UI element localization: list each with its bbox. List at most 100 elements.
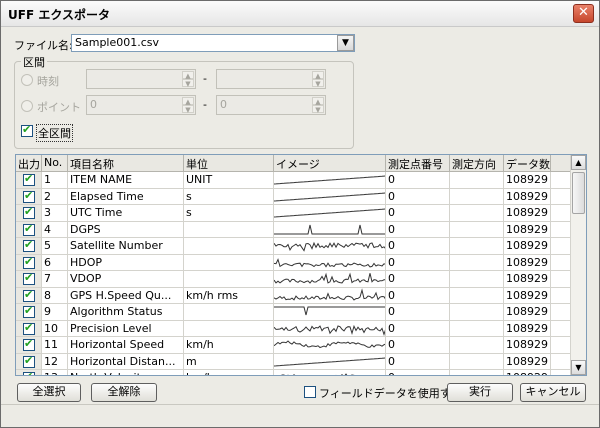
check-icon: ✔: [24, 221, 34, 235]
row-output-checkbox[interactable]: ✔: [23, 321, 35, 335]
table-row[interactable]: ✔ 12 Horizontal Distan... m 0 108929: [16, 353, 571, 370]
row-output-cell[interactable]: ✔: [16, 238, 42, 254]
table-row[interactable]: ✔ 9 Algorithm Status 0 108929: [16, 304, 571, 321]
row-unit: [184, 221, 274, 237]
all-range-checkbox[interactable]: ✔: [21, 123, 33, 137]
row-output-checkbox[interactable]: ✔: [23, 172, 35, 186]
header-item-name[interactable]: 項目名称: [68, 155, 184, 171]
check-icon: ✔: [24, 353, 34, 367]
spin-down-icon[interactable]: ▼: [182, 79, 194, 88]
header-direction[interactable]: 測定方向: [450, 155, 504, 171]
row-output-checkbox[interactable]: ✔: [23, 238, 35, 252]
table-row[interactable]: ✔ 7 VDOP 0 108929: [16, 271, 571, 288]
row-point-number: 0: [386, 353, 450, 369]
select-all-button[interactable]: 全選択: [17, 383, 81, 402]
row-output-cell[interactable]: ✔: [16, 188, 42, 204]
table-row[interactable]: ✔ 13North Velocitykm/h 0 108929: [16, 370, 571, 375]
scroll-thumb[interactable]: [572, 172, 585, 214]
row-output-cell[interactable]: ✔: [16, 320, 42, 336]
row-output-cell[interactable]: ✔: [16, 221, 42, 237]
row-no: 11: [42, 337, 68, 353]
point-from-spin[interactable]: 0 ▲ ▼: [86, 95, 196, 115]
row-no: 5: [42, 238, 68, 254]
header-image[interactable]: イメージ: [274, 155, 386, 171]
spin-up-icon[interactable]: ▲: [312, 97, 324, 106]
time-to-spin[interactable]: ▲ ▼: [216, 69, 326, 89]
table-row[interactable]: ✔ 1 ITEM NAME UNIT 0 108929: [16, 172, 571, 189]
row-output-checkbox[interactable]: ✔: [23, 255, 35, 269]
row-output-checkbox[interactable]: ✔: [23, 205, 35, 219]
time-from-spin[interactable]: ▲ ▼: [86, 69, 196, 89]
row-output-checkbox[interactable]: ✔: [23, 337, 35, 351]
point-radio[interactable]: [21, 100, 33, 112]
row-output-cell[interactable]: ✔: [16, 353, 42, 369]
row-data-count: 108929: [504, 370, 551, 375]
close-icon[interactable]: ✕: [578, 5, 589, 20]
table-row[interactable]: ✔ 8 GPS H.Speed Qu... km/h rms 0 108929: [16, 287, 571, 304]
row-item-name: DGPS: [68, 221, 184, 237]
time-radio[interactable]: [21, 74, 33, 86]
row-output-cell[interactable]: ✔: [16, 337, 42, 353]
row-item-name: UTC Time: [68, 205, 184, 221]
close-button[interactable]: ✕: [573, 4, 594, 23]
row-output-checkbox[interactable]: ✔: [23, 271, 35, 285]
sparkline-lownoise: [274, 272, 385, 284]
scroll-up-icon[interactable]: ▲: [571, 155, 586, 170]
row-output-checkbox[interactable]: ✔: [23, 288, 35, 302]
row-output-cell[interactable]: ✔: [16, 172, 42, 188]
file-name-combo[interactable]: Sample001.csv ▼: [71, 34, 355, 52]
table-row[interactable]: ✔ 5 Satellite Number 0 108929: [16, 238, 571, 255]
row-output-checkbox[interactable]: ✔: [23, 353, 35, 368]
table-row[interactable]: ✔ 6 HDOP 0 108929: [16, 254, 571, 271]
row-point-number: 0: [386, 221, 450, 237]
row-no: 10: [42, 320, 68, 336]
header-data-count[interactable]: データ数: [504, 155, 551, 171]
row-direction: [450, 205, 504, 221]
cancel-button[interactable]: キャンセル: [520, 383, 586, 402]
row-output-cell[interactable]: ✔: [16, 304, 42, 320]
row-output-checkbox[interactable]: ✔: [23, 189, 35, 203]
header-output[interactable]: 出力: [16, 155, 42, 171]
use-field-data-checkbox[interactable]: [304, 386, 316, 398]
chevron-down-icon[interactable]: ▼: [337, 35, 354, 51]
all-range-label: 全区間: [36, 124, 73, 142]
items-grid[interactable]: 出力 No. 項目名称 単位 イメージ 測定点番号 測定方向 データ数 ✔ 1 IT…: [15, 154, 587, 376]
table-row[interactable]: ✔ 3 UTC Time s 0 108929: [16, 205, 571, 222]
row-output-cell[interactable]: ✔: [16, 254, 42, 270]
table-row[interactable]: ✔ 11 Horizontal Speed km/h 0 108929: [16, 337, 571, 354]
row-point-number: 0: [386, 271, 450, 287]
check-icon: ✔: [24, 238, 34, 251]
row-output-checkbox[interactable]: ✔: [23, 221, 35, 236]
table-row[interactable]: ✔ 2 Elapsed Time s 0 108929: [16, 188, 571, 205]
spin-up-icon[interactable]: ▲: [182, 71, 194, 80]
row-output-checkbox[interactable]: ✔: [23, 370, 35, 375]
header-unit[interactable]: 単位: [184, 155, 274, 171]
row-output-cell[interactable]: ✔: [16, 370, 42, 375]
row-output-cell[interactable]: ✔: [16, 205, 42, 221]
vertical-scrollbar[interactable]: ▲ ▼: [570, 155, 586, 375]
header-no[interactable]: No.: [42, 155, 68, 171]
row-output-checkbox[interactable]: ✔: [23, 304, 35, 318]
spin-down-icon[interactable]: ▼: [182, 105, 194, 114]
row-image-thumbnail: [274, 254, 386, 270]
run-button[interactable]: 実行: [447, 383, 513, 402]
sparkline-noisy: [274, 324, 385, 336]
table-row[interactable]: ✔ 4 DGPS 0 108929: [16, 221, 571, 238]
scroll-down-icon[interactable]: ▼: [571, 360, 586, 375]
row-image-thumbnail: [274, 205, 386, 221]
row-no: 6: [42, 254, 68, 270]
point-to-spin[interactable]: 0 ▲ ▼: [216, 95, 326, 115]
spin-down-icon[interactable]: ▼: [312, 79, 324, 88]
spin-up-icon[interactable]: ▲: [182, 97, 194, 106]
row-output-cell[interactable]: ✔: [16, 287, 42, 303]
deselect-all-button[interactable]: 全解除: [91, 383, 157, 402]
row-unit: s: [184, 188, 274, 204]
row-output-cell[interactable]: ✔: [16, 271, 42, 287]
row-direction: [450, 271, 504, 287]
row-data-count: 108929: [504, 304, 551, 320]
table-row[interactable]: ✔ 10 Precision Level 0 108929: [16, 320, 571, 337]
spin-down-icon[interactable]: ▼: [312, 105, 324, 114]
spin-up-icon[interactable]: ▲: [312, 71, 324, 80]
header-point-number[interactable]: 測定点番号: [386, 155, 450, 171]
row-unit: km/h rms: [184, 287, 274, 303]
